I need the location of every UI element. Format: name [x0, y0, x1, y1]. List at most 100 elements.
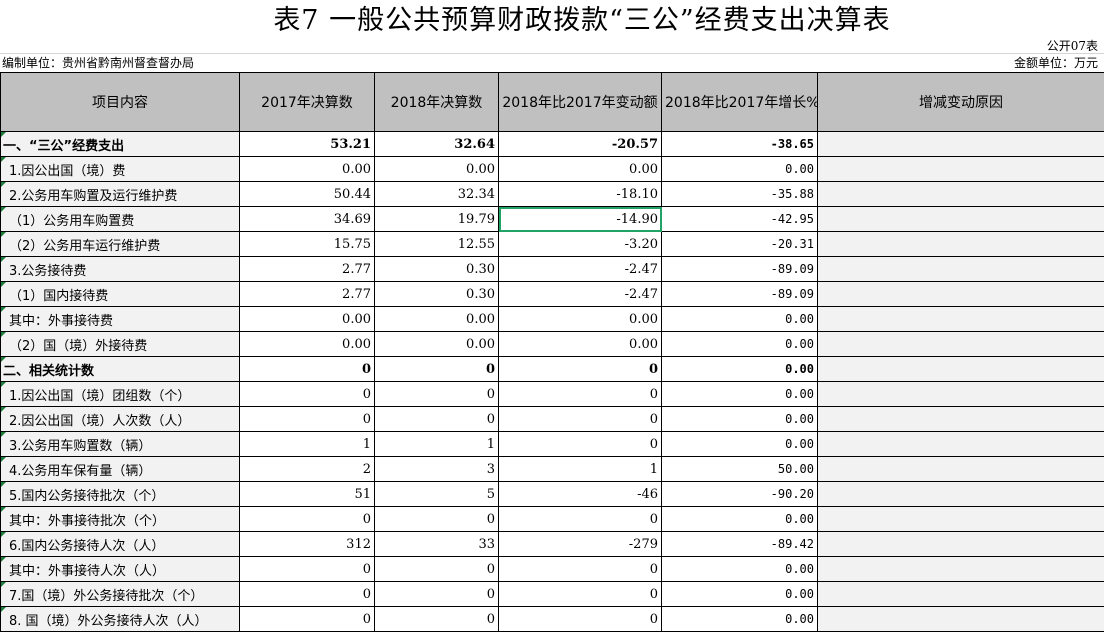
header-change[interactable]: 2018年比2017年变动额: [499, 73, 662, 132]
cell-growth[interactable]: -42.95: [662, 207, 818, 232]
cell-growth[interactable]: 0.00: [662, 407, 818, 432]
cell-change[interactable]: 0: [499, 382, 662, 407]
cell-2017[interactable]: 0: [240, 357, 375, 382]
header-item[interactable]: 项目内容: [1, 73, 240, 132]
cell-2018[interactable]: 0: [375, 507, 499, 532]
cell-growth[interactable]: 0.00: [662, 432, 818, 457]
cell-growth[interactable]: 0.00: [662, 382, 818, 407]
cell-reason[interactable]: [818, 257, 1104, 282]
cell-reason[interactable]: [818, 307, 1104, 332]
cell-change[interactable]: 0: [499, 557, 662, 582]
cell-growth[interactable]: -20.31: [662, 232, 818, 257]
cell-reason[interactable]: [818, 382, 1104, 407]
cell-change[interactable]: 0: [499, 407, 662, 432]
cell-2017[interactable]: 2: [240, 457, 375, 482]
cell-reason[interactable]: [818, 532, 1104, 557]
row-label[interactable]: （2）国（境）外接待费: [1, 332, 240, 357]
row-label[interactable]: 二、相关统计数: [1, 357, 240, 382]
row-label[interactable]: 4.公务用车保有量（辆）: [1, 457, 240, 482]
cell-change[interactable]: -18.10: [499, 182, 662, 207]
cell-2018[interactable]: 12.55: [375, 232, 499, 257]
row-label[interactable]: 3.公务用车购置数（辆）: [1, 432, 240, 457]
cell-2017[interactable]: 0.00: [240, 332, 375, 357]
cell-2017[interactable]: 1: [240, 432, 375, 457]
cell-reason[interactable]: [818, 132, 1104, 157]
cell-2018[interactable]: 19.79: [375, 207, 499, 232]
cell-2018[interactable]: 3: [375, 457, 499, 482]
cell-reason[interactable]: [818, 482, 1104, 507]
cell-2018[interactable]: 32.34: [375, 182, 499, 207]
cell-growth[interactable]: 0.00: [662, 332, 818, 357]
cell-2018[interactable]: 0: [375, 357, 499, 382]
header-growth[interactable]: 2018年比2017年增长%: [662, 73, 818, 132]
cell-change[interactable]: 0: [499, 432, 662, 457]
cell-2017[interactable]: 0: [240, 507, 375, 532]
cell-growth[interactable]: 0.00: [662, 157, 818, 182]
cell-change[interactable]: 0.00: [499, 307, 662, 332]
cell-change[interactable]: -3.20: [499, 232, 662, 257]
cell-growth[interactable]: -89.09: [662, 282, 818, 307]
cell-reason[interactable]: [818, 332, 1104, 357]
cell-growth[interactable]: -89.42: [662, 532, 818, 557]
cell-2017[interactable]: 0: [240, 557, 375, 582]
cell-growth[interactable]: 0.00: [662, 307, 818, 332]
cell-reason[interactable]: [818, 407, 1104, 432]
cell-2018[interactable]: 0.00: [375, 157, 499, 182]
cell-growth[interactable]: 50.00: [662, 457, 818, 482]
cell-2018[interactable]: 33: [375, 532, 499, 557]
cell-reason[interactable]: [818, 457, 1104, 482]
cell-change[interactable]: 1: [499, 457, 662, 482]
cell-2017[interactable]: 0: [240, 582, 375, 607]
cell-2017[interactable]: 2.77: [240, 282, 375, 307]
row-label[interactable]: 1.因公出国（境）团组数（个）: [1, 382, 240, 407]
cell-reason[interactable]: [818, 232, 1104, 257]
cell-reason[interactable]: [818, 557, 1104, 582]
cell-growth[interactable]: 0.00: [662, 507, 818, 532]
cell-2018[interactable]: 0.30: [375, 282, 499, 307]
cell-2017[interactable]: 0.00: [240, 307, 375, 332]
cell-2017[interactable]: 53.21: [240, 132, 375, 157]
cell-growth[interactable]: 0.00: [662, 582, 818, 607]
cell-2018[interactable]: 0: [375, 582, 499, 607]
cell-change[interactable]: -279: [499, 532, 662, 557]
cell-growth[interactable]: 0.00: [662, 557, 818, 582]
row-label[interactable]: 6.国内公务接待人次（人）: [1, 532, 240, 557]
cell-change[interactable]: -20.57: [499, 132, 662, 157]
row-label[interactable]: 2.公务用车购置及运行维护费: [1, 182, 240, 207]
cell-growth[interactable]: -35.88: [662, 182, 818, 207]
cell-2018[interactable]: 0.30: [375, 257, 499, 282]
cell-2018[interactable]: 5: [375, 482, 499, 507]
row-label[interactable]: 其中：外事接待批次（个）: [1, 507, 240, 532]
cell-growth[interactable]: 0.00: [662, 357, 818, 382]
cell-2017[interactable]: 51: [240, 482, 375, 507]
cell-change[interactable]: 0: [499, 582, 662, 607]
cell-reason[interactable]: [818, 357, 1104, 382]
row-label[interactable]: 其中：外事接待人次（人）: [1, 557, 240, 582]
cell-2017[interactable]: 2.77: [240, 257, 375, 282]
cell-2017[interactable]: 50.44: [240, 182, 375, 207]
cell-2017[interactable]: 15.75: [240, 232, 375, 257]
cell-2018[interactable]: 0: [375, 382, 499, 407]
cell-reason[interactable]: [818, 582, 1104, 607]
row-label[interactable]: 一、“三公”经费支出: [1, 132, 240, 157]
row-label[interactable]: （1）国内接待费: [1, 282, 240, 307]
row-label[interactable]: 7.国（境）外公务接待批次（个）: [1, 582, 240, 607]
cell-2018[interactable]: 0.00: [375, 332, 499, 357]
cell-2018[interactable]: 0.00: [375, 307, 499, 332]
cell-reason[interactable]: [818, 507, 1104, 532]
row-label[interactable]: （2）公务用车运行维护费: [1, 232, 240, 257]
header-2018[interactable]: 2018年决算数: [375, 73, 499, 132]
cell-reason[interactable]: [818, 282, 1104, 307]
cell-change[interactable]: -46: [499, 482, 662, 507]
cell-2018[interactable]: 32.64: [375, 132, 499, 157]
cell-reason[interactable]: [818, 207, 1104, 232]
cell-growth[interactable]: -90.20: [662, 482, 818, 507]
cell-2018[interactable]: 1: [375, 432, 499, 457]
cell-2017[interactable]: 312: [240, 532, 375, 557]
cell-change[interactable]: 0.00: [499, 157, 662, 182]
row-label[interactable]: 其中：外事接待费: [1, 307, 240, 332]
cell-growth[interactable]: -38.65: [662, 132, 818, 157]
cell-reason[interactable]: [818, 432, 1104, 457]
row-label[interactable]: （1）公务用车购置费: [1, 207, 240, 232]
cell-growth[interactable]: -89.09: [662, 257, 818, 282]
